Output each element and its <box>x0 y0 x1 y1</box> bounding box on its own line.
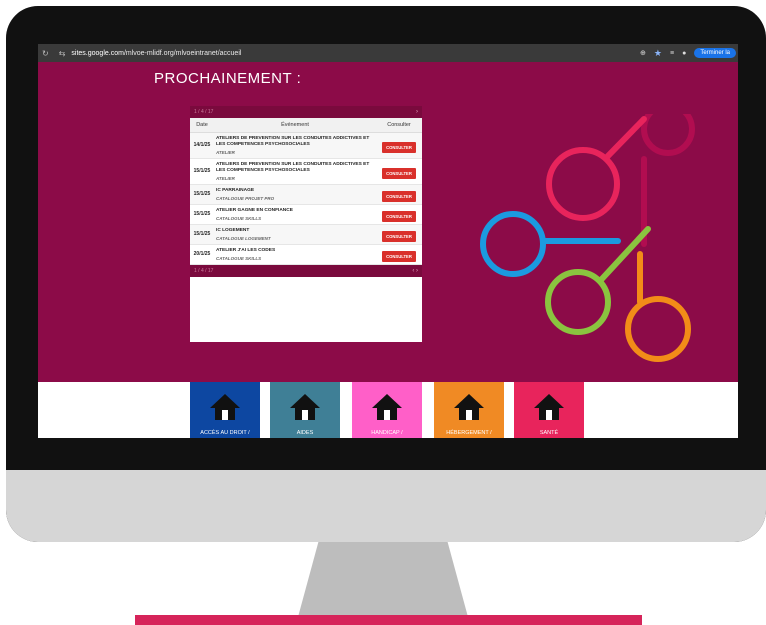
magnifier-shape <box>641 114 695 156</box>
calendar-nav-bottom: 1 / 4 / 17 ‹ › <box>190 264 422 277</box>
tile-handicap[interactable]: HANDICAP / <box>352 382 422 438</box>
table-row: 14/1/25 ATELIERS DE PREVENTION SUR LES C… <box>190 133 422 159</box>
event-date: 15/1/25 <box>193 231 211 238</box>
table-row: 15/1/25 IC LOGEMENT CATALOGUE LOGEMENT C… <box>190 224 422 245</box>
monitor-stand-neck <box>298 542 468 617</box>
tile-label: HANDICAP / <box>371 430 403 436</box>
event-cell: IC LOGEMENT CATALOGUE LOGEMENT <box>214 225 376 244</box>
calendar-next-icon[interactable]: › <box>416 109 418 115</box>
event-title: IC PARRAINAGE <box>216 187 255 193</box>
url-path: /mlvoe-mlidf.org/mlvoeintranet/accueil <box>123 49 242 57</box>
table-row: 15/1/25 IC PARRAINAGE CATALOGUE PROJET P… <box>190 184 422 205</box>
event-category: CATALOGUE LOGEMENT <box>216 235 271 241</box>
browser-toolbar-right: ⊕ ★ ≡ ● Terminer la <box>640 48 738 59</box>
consult-button[interactable]: CONSULTER <box>382 142 416 154</box>
browser-address-bar: ↻ ⇆ sites.google.com/mlvoe-mlidf.org/mlv… <box>38 44 738 62</box>
tile-label: HÉBERGEMENT / <box>446 430 492 436</box>
consult-button[interactable]: CONSULTER <box>382 231 416 243</box>
magnifier-handle <box>603 116 647 161</box>
tile-acces-droit[interactable]: ACCÈS AU DROIT / <box>190 382 260 438</box>
calendar-page-label-bottom: 1 / 4 / 17 <box>194 267 214 274</box>
column-action: Consulter <box>387 122 411 128</box>
event-date: 15/1/25 <box>193 168 211 175</box>
tile-label: AIDES <box>296 430 314 436</box>
table-row: 20/1/25 ATELIER J'AI LES CODES CATALOGUE… <box>190 245 422 265</box>
home-icon <box>534 394 564 420</box>
magnifier-shape <box>625 296 691 362</box>
category-tiles: ACCÈS AU DROIT / AIDES HANDICAP / HÉBERG… <box>38 382 738 438</box>
consult-button[interactable]: CONSULTER <box>382 251 416 263</box>
events-table-header: Date Événement Consulter <box>190 118 422 133</box>
event-category: CATALOGUE SKILLS <box>216 255 262 261</box>
event-title: ATELIERS DE PREVENTION SUR LES CONDUITES… <box>216 161 370 173</box>
reload-icon[interactable]: ↻ <box>42 49 49 58</box>
event-cell: ATELIERS DE PREVENTION SUR LES CONDUITES… <box>214 159 376 184</box>
consult-button[interactable]: CONSULTER <box>382 211 416 223</box>
table-row: 15/1/25 ATELIERS DE PREVENTION SUR LES C… <box>190 159 422 185</box>
event-cell: ATELIER GAGNE EN CONFIANCE CATALOGUE SKI… <box>214 205 376 224</box>
event-cell: ATELIERS DE PREVENTION SUR LES CONDUITES… <box>214 133 376 158</box>
event-category: ATELIER <box>216 175 235 181</box>
screen: ↻ ⇆ sites.google.com/mlvoe-mlidf.org/mlv… <box>38 44 738 438</box>
tile-label: SANTÉ <box>539 430 559 436</box>
event-category: CATALOGUE PROJET PRO <box>216 195 275 201</box>
url-domain: sites.google.com <box>71 49 124 57</box>
calendar-page-label: 1 / 4 / 17 <box>194 109 214 115</box>
event-cell: ATELIER J'AI LES CODES CATALOGUE SKILLS <box>214 245 376 264</box>
event-date: 14/1/25 <box>193 142 211 149</box>
event-title: IC LOGEMENT <box>216 227 250 233</box>
magnifier-shape <box>480 211 546 277</box>
event-title: ATELIER GAGNE EN CONFIANCE <box>216 207 293 213</box>
monitor-chin <box>6 470 766 542</box>
home-icon <box>454 394 484 420</box>
tile-hebergement[interactable]: HÉBERGEMENT / <box>434 382 504 438</box>
site-info-icon[interactable]: ⇆ <box>59 49 66 58</box>
zoom-icon[interactable]: ⊕ <box>640 49 646 57</box>
extensions-icon[interactable]: ≡ <box>670 50 674 57</box>
calendar-pagination-arrows-icon[interactable]: ‹ › <box>412 268 418 274</box>
consult-button[interactable]: CONSULTER <box>382 168 416 180</box>
calendar-nav-top: 1 / 4 / 17 › <box>190 106 422 118</box>
home-icon <box>290 394 320 420</box>
tile-sante[interactable]: SANTÉ <box>514 382 584 438</box>
events-calendar-widget: 1 / 4 / 17 › Date Événement Consulter 14… <box>190 106 422 342</box>
profile-icon[interactable]: ● <box>682 50 686 57</box>
bookmark-star-icon[interactable]: ★ <box>654 48 662 59</box>
url-field[interactable]: sites.google.com/mlvoe-mlidf.org/mlvoein… <box>71 50 241 57</box>
monitor-stand-base <box>135 615 642 625</box>
column-event: Événement <box>281 122 309 128</box>
event-date: 15/1/25 <box>193 211 211 218</box>
tile-aides[interactable]: AIDES <box>270 382 340 438</box>
page-heading: PROCHAINEMENT : <box>154 70 302 87</box>
magnifier-illustration <box>480 114 695 362</box>
finish-update-button[interactable]: Terminer la <box>694 48 736 58</box>
event-date: 15/1/25 <box>193 191 211 198</box>
tile-label: ACCÈS AU DROIT / <box>200 430 250 436</box>
event-cell: IC PARRAINAGE CATALOGUE PROJET PRO <box>214 185 376 204</box>
event-title: ATELIERS DE PREVENTION SUR LES CONDUITES… <box>216 136 370 147</box>
events-table-body: 14/1/25 ATELIERS DE PREVENTION SUR LES C… <box>190 133 422 265</box>
consult-button[interactable]: CONSULTER <box>382 191 416 203</box>
home-icon <box>372 394 402 420</box>
event-category: ATELIER <box>216 149 235 155</box>
event-title: ATELIER J'AI LES CODES <box>216 247 276 253</box>
event-date: 20/1/25 <box>193 251 211 258</box>
home-icon <box>210 394 240 420</box>
table-row: 15/1/25 ATELIER GAGNE EN CONFIANCE CATAL… <box>190 205 422 225</box>
event-category: CATALOGUE SKILLS <box>216 215 262 221</box>
column-date: Date <box>196 122 208 128</box>
